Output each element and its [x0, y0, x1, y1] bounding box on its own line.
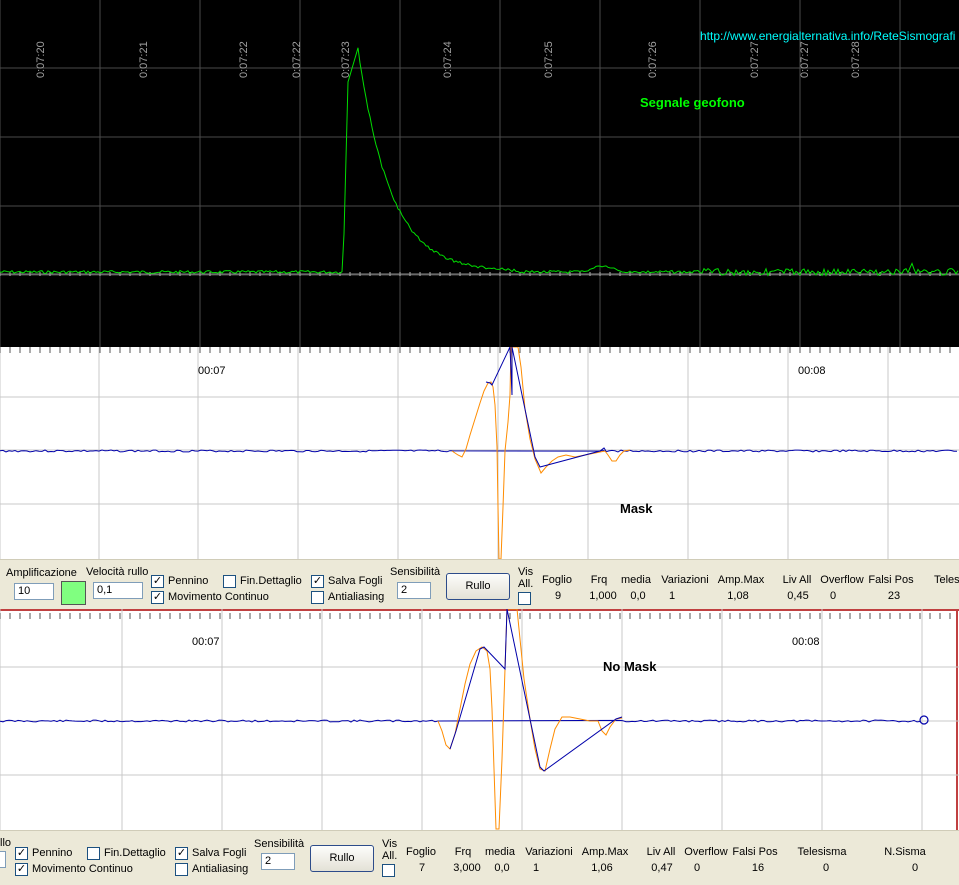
fin-dettaglio-checkbox-2[interactable] [87, 847, 100, 860]
movimento-continuo-checkbox[interactable]: ✓ [151, 591, 164, 604]
velocita-rullo-input-cut[interactable] [0, 851, 6, 868]
antialiasing-label-2: Antialiasing [192, 863, 249, 875]
value-variazioni-2: 1 [532, 862, 540, 874]
geophone-time-label: 0:07:27 [799, 41, 811, 78]
geophone-time-label: 0:07:21 [138, 41, 150, 78]
geophone-time-label: 0:07:22 [291, 41, 303, 78]
antialiasing-checkbox[interactable] [311, 591, 324, 604]
value-overflow-2: 0 [693, 862, 701, 874]
sensibilita-label: Sensibilità [390, 566, 441, 578]
value-foglio-2: 7 [418, 862, 426, 874]
geophone-time-label: 0:07:22 [238, 41, 250, 78]
geophone-time-label: 0:07:26 [647, 41, 659, 78]
header-telesisma-2: Telesisma [797, 846, 847, 858]
pennino-label: Pennino [168, 575, 209, 587]
salva-fogli-checkbox[interactable]: ✓ [311, 575, 324, 588]
antialiasing-label: Antialiasing [328, 591, 385, 603]
salva-fogli-label-2: Salva Fogli [192, 847, 247, 859]
header-foglio-2: Foglio [406, 846, 436, 858]
value-liv-all: 0,45 [787, 590, 809, 602]
value-media: 0,0 [630, 590, 646, 602]
value-liv-all-2: 0,47 [651, 862, 673, 874]
header-amp-max: Amp.Max [717, 574, 765, 586]
value-amp-max-2: 1,06 [591, 862, 613, 874]
sensibilita-label-2: Sensibilità [254, 838, 305, 850]
header-amp-max-2: Amp.Max [581, 846, 629, 858]
geophone-plot: 0:07:20 0:07:21 0:07:22 0:07:22 0:07:23 0:07:… [0, 0, 959, 347]
mask-plot: 00:07 00:08 Mask [0, 347, 959, 559]
value-n-sisma-2: 0 [911, 862, 919, 874]
value-falsi-pos-2: 16 [751, 862, 765, 874]
header-variazioni-2: Variazioni [525, 846, 573, 858]
header-falsi-pos: Falsi Pos [868, 574, 914, 586]
vis-all-checkbox-2[interactable] [382, 864, 395, 877]
movimento-continuo-label: Movimento Continuo [168, 591, 269, 603]
value-foglio: 9 [554, 590, 562, 602]
sensibilita-input-2[interactable]: 2 [261, 853, 295, 870]
header-liv-all-2: Liv All [646, 846, 676, 858]
movimento-continuo-checkbox-2[interactable]: ✓ [15, 863, 28, 876]
header-frq: Frq [590, 574, 608, 586]
geophone-time-label: 0:07:25 [543, 41, 555, 78]
mask-time-label-1: 00:07 [198, 365, 226, 377]
header-falsi-pos-2: Falsi Pos [732, 846, 778, 858]
all-label: All. [518, 578, 534, 590]
geophone-time-label: 0:07:20 [35, 41, 47, 78]
value-media-2: 0,0 [494, 862, 510, 874]
geophone-time-label: 0:07:24 [442, 41, 454, 78]
header-media-2: media [485, 846, 515, 858]
antialiasing-checkbox-2[interactable] [175, 863, 188, 876]
header-foglio: Foglio [542, 574, 572, 586]
nomask-time-label-1: 00:07 [192, 636, 220, 648]
sensibilita-input[interactable]: 2 [397, 582, 431, 599]
geophone-time-label: 0:07:28 [850, 41, 862, 78]
value-telesisma-2: 0 [822, 862, 830, 874]
value-amp-max: 1,08 [727, 590, 749, 602]
nomask-plot: 00:07 00:08 No Mask [0, 609, 959, 830]
pennino-checkbox-2[interactable]: ✓ [15, 847, 28, 860]
header-liv-all: Liv All [782, 574, 812, 586]
pennino-label-2: Pennino [32, 847, 73, 859]
header-telesisma: Teles [934, 574, 959, 586]
geophone-time-label: 0:07:23 [340, 41, 352, 78]
velocita-rullo-input[interactable]: 0,1 [93, 582, 143, 599]
nomask-time-label-2: 00:08 [792, 636, 820, 648]
geophone-time-label: 0:07:27 [749, 41, 761, 78]
fin-dettaglio-label-2: Fin.Dettaglio [104, 847, 166, 859]
rullo-button-2[interactable]: Rullo [310, 845, 374, 872]
value-frq-2: 3,000 [453, 862, 481, 874]
velocita-rullo-label: Velocità rullo [86, 566, 149, 578]
vis-all-checkbox[interactable] [518, 592, 531, 605]
header-overflow-2: Overflow [684, 846, 728, 858]
rullo-button[interactable]: Rullo [446, 573, 510, 600]
header-n-sisma-2: N.Sisma [884, 846, 926, 858]
header-frq-2: Frq [454, 846, 472, 858]
velocita-rullo-label-cut: llo [0, 837, 12, 849]
value-overflow: 0 [829, 590, 837, 602]
mask-time-label-2: 00:08 [798, 365, 826, 377]
salva-fogli-checkbox-2[interactable]: ✓ [175, 847, 188, 860]
mask-label: Mask [620, 501, 653, 516]
movimento-continuo-label-2: Movimento Continuo [32, 863, 133, 875]
amplificazione-label: Amplificazione [6, 567, 77, 579]
fin-dettaglio-label: Fin.Dettaglio [240, 575, 302, 587]
value-falsi-pos: 23 [887, 590, 901, 602]
value-frq: 1,000 [589, 590, 617, 602]
fin-dettaglio-checkbox[interactable] [223, 575, 236, 588]
amplificazione-input[interactable]: 10 [14, 583, 54, 600]
header-variazioni: Variazioni [661, 574, 709, 586]
geophone-signal-title: Segnale geofono [640, 95, 745, 110]
value-variazioni: 1 [668, 590, 676, 602]
network-url[interactable]: http://www.energialternativa.info/ReteSi… [700, 29, 955, 43]
control-panel-1: Amplificazione 10 Velocità rullo 0,1 ✓ P… [0, 559, 959, 609]
salva-fogli-label: Salva Fogli [328, 575, 383, 587]
trace-color-swatch[interactable] [61, 581, 86, 605]
all-label-2: All. [382, 850, 398, 862]
nomask-label: No Mask [603, 659, 657, 674]
control-panel-2: llo ✓ Pennino ✓ Movimento Continuo Fin.D… [0, 830, 959, 885]
pennino-checkbox[interactable]: ✓ [151, 575, 164, 588]
header-overflow: Overflow [820, 574, 864, 586]
header-media: media [621, 574, 651, 586]
